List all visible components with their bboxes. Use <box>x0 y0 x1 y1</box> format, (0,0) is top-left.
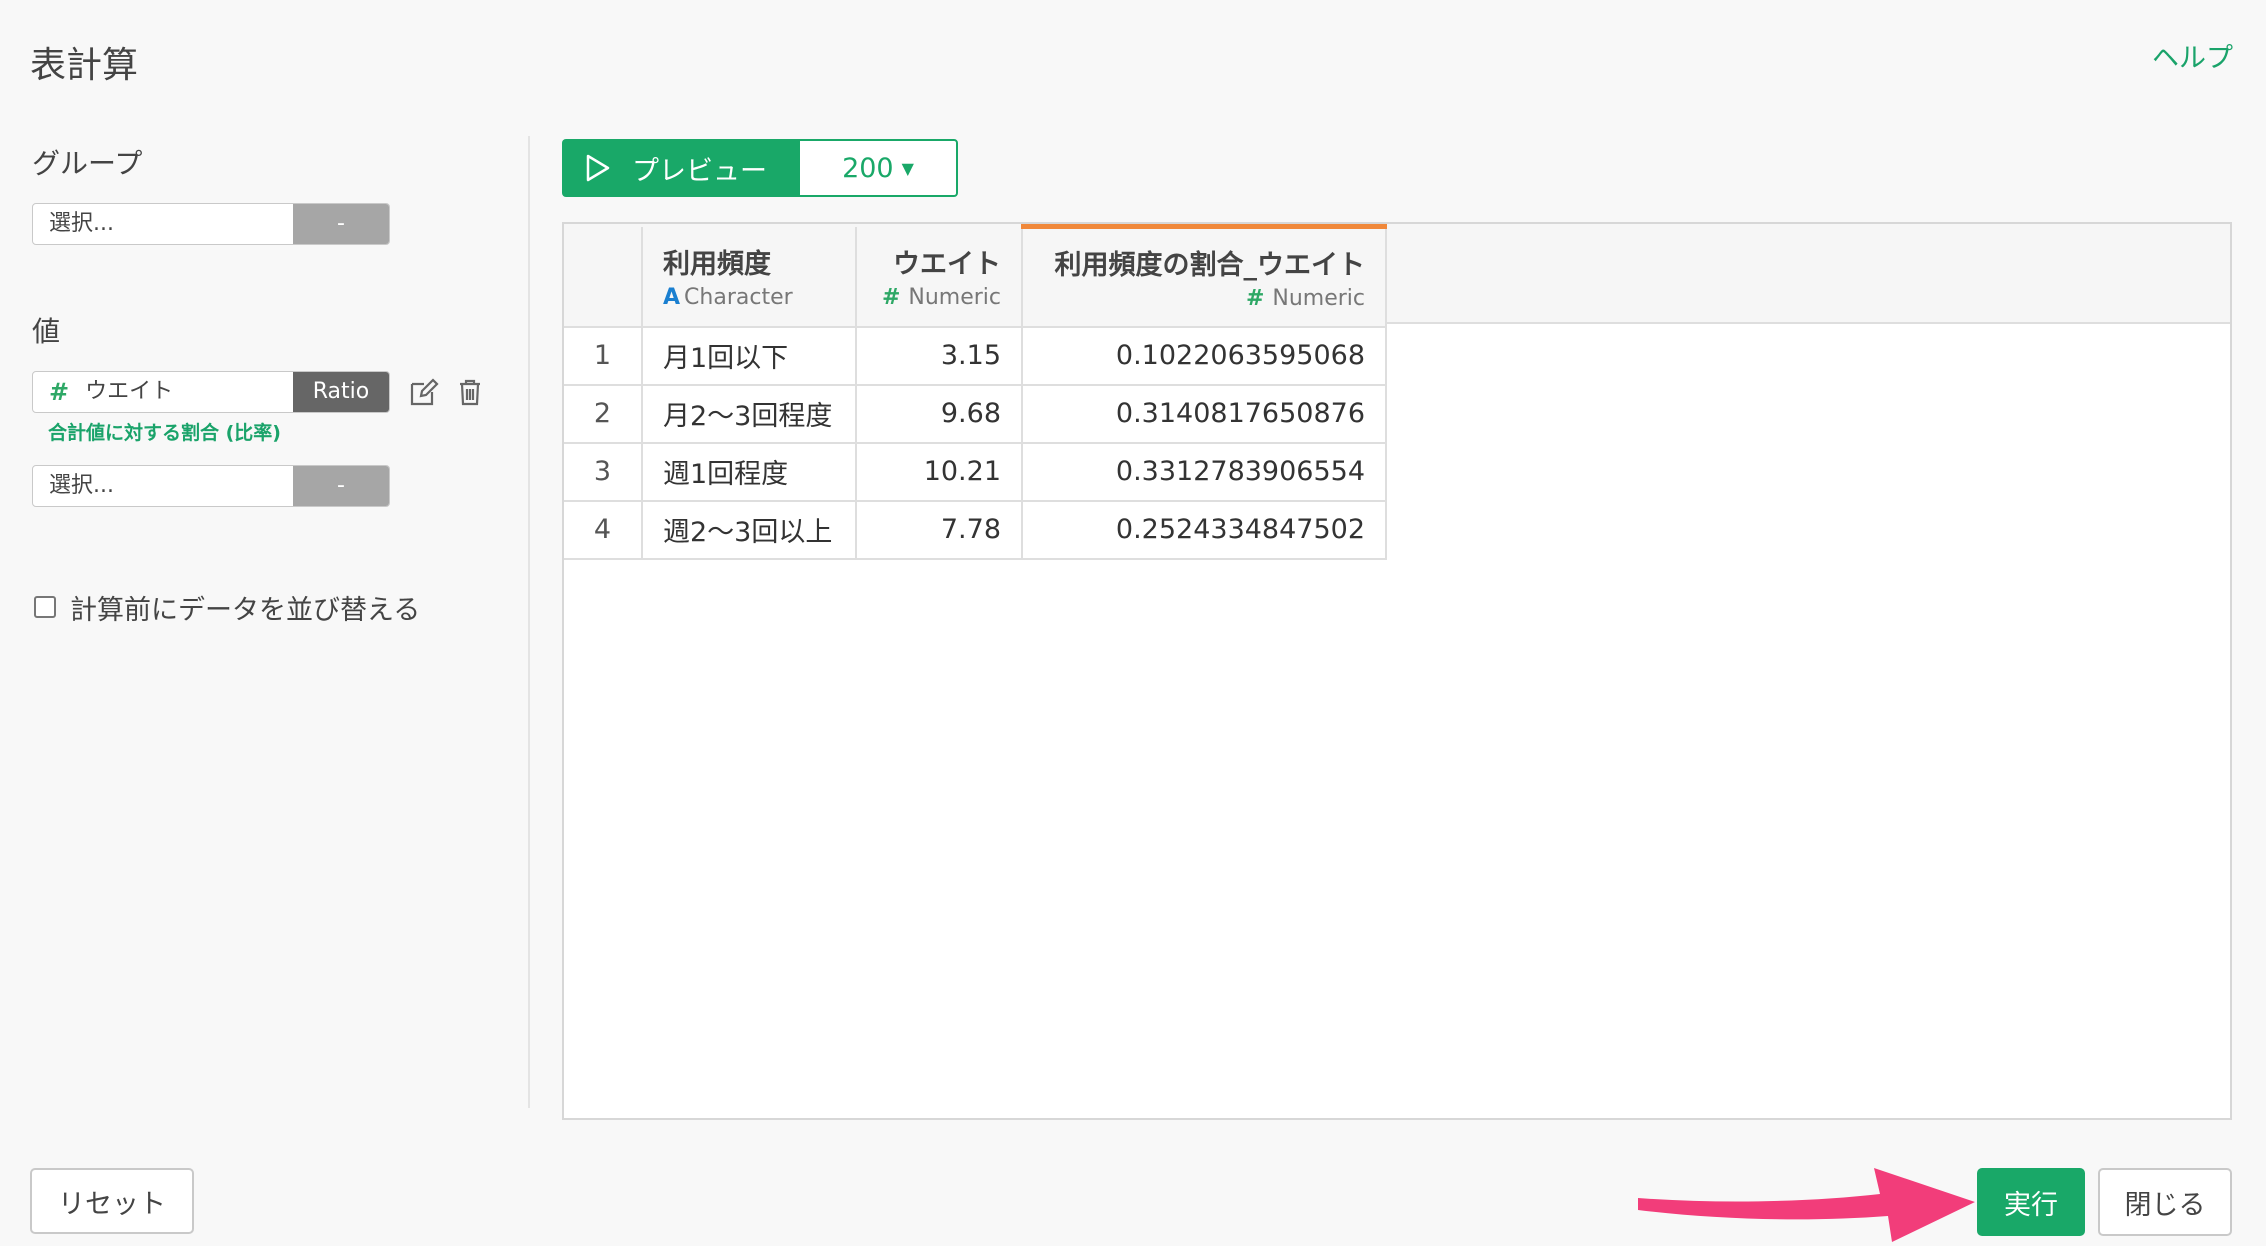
table-row: 4 週2〜3回以上 7.78 0.2524334847502 <box>564 500 1387 560</box>
help-link[interactable]: ヘルプ <box>2152 36 2233 75</box>
ratio-note: 合計値に対する割合 (比率) <box>48 422 281 444</box>
group-select[interactable]: 選択... - <box>32 203 390 245</box>
panel-divider <box>528 136 530 1108</box>
run-button[interactable]: 実行 <box>1977 1168 2085 1236</box>
column-header-利用頻度の割合_ウエイト[interactable]: 利用頻度の割合_ウエイト # Numeric <box>1022 224 1387 328</box>
numeric-type-icon: # <box>49 378 70 406</box>
table-cell: 0.2524334847502 <box>1022 500 1387 560</box>
data-table: 利用頻度 A Character ウエイト # Numeric 利用頻度の割合_ウエ… <box>564 224 1387 560</box>
preview-table: 利用頻度 A Character ウエイト # Numeric 利用頻度の割合_ウエ… <box>562 222 2232 1120</box>
column-header-利用頻度[interactable]: 利用頻度 A Character <box>642 226 857 328</box>
value-select-placeholder: 選択... <box>49 473 114 498</box>
edit-icon[interactable] <box>408 376 440 408</box>
table-cell: 0.3140817650876 <box>1022 384 1387 444</box>
column-header-ウエイト[interactable]: ウエイト # Numeric <box>856 226 1023 328</box>
table-cell: 月2〜3回程度 <box>642 384 857 444</box>
table-cell: 10.21 <box>856 442 1023 502</box>
row-index: 2 <box>564 384 643 444</box>
index-header <box>564 226 643 328</box>
preview-button-label: プレビュー <box>632 155 767 187</box>
sort-checkbox[interactable] <box>34 596 56 618</box>
group-select-placeholder: 選択... <box>49 211 114 236</box>
close-button[interactable]: 閉じる <box>2098 1168 2232 1236</box>
annotation-arrow-icon <box>1638 1168 1975 1242</box>
table-row: 3 週1回程度 10.21 0.3312783906554 <box>564 442 1387 502</box>
row-index: 1 <box>564 326 643 386</box>
numeric-type-icon: # <box>1245 286 1265 312</box>
value-item-ウエイト[interactable]: # ウエイト Ratio <box>32 371 390 413</box>
table-cell: 7.78 <box>856 500 1023 560</box>
value-item-name: ウエイト <box>85 379 174 404</box>
table-cell: 週1回程度 <box>642 442 857 502</box>
group-label: グループ <box>32 147 143 180</box>
row-count-dropdown[interactable]: 200 ▼ <box>798 139 958 197</box>
trash-icon[interactable] <box>454 376 486 408</box>
table-cell: 月1回以下 <box>642 326 857 386</box>
row-index: 3 <box>564 442 643 502</box>
table-cell: 3.15 <box>856 326 1023 386</box>
table-row: 1 月1回以下 3.15 0.1022063595068 <box>564 326 1387 386</box>
value-select-dash[interactable]: - <box>293 466 389 506</box>
table-cell: 9.68 <box>856 384 1023 444</box>
caret-down-icon: ▼ <box>901 158 914 178</box>
row-index: 4 <box>564 500 643 560</box>
value-label: 値 <box>32 315 61 348</box>
table-cell: 週2〜3回以上 <box>642 500 857 560</box>
value-select[interactable]: 選択... - <box>32 465 390 507</box>
play-icon <box>586 154 610 182</box>
numeric-type-icon: # <box>881 285 901 310</box>
table-cell: 0.3312783906554 <box>1022 442 1387 502</box>
character-type-icon: A <box>663 285 681 310</box>
preview-button[interactable]: プレビュー <box>562 139 798 197</box>
row-count-value: 200 <box>842 152 894 184</box>
sort-checkbox-label: 計算前にデータを並び替える <box>70 595 421 626</box>
table-row: 2 月2〜3回程度 9.68 0.3140817650876 <box>564 384 1387 444</box>
reset-button[interactable]: リセット <box>30 1168 194 1234</box>
page-title: 表計算 <box>30 45 139 86</box>
group-select-dash[interactable]: - <box>293 204 389 244</box>
ratio-tag[interactable]: Ratio <box>293 372 389 412</box>
table-cell: 0.1022063595068 <box>1022 326 1387 386</box>
